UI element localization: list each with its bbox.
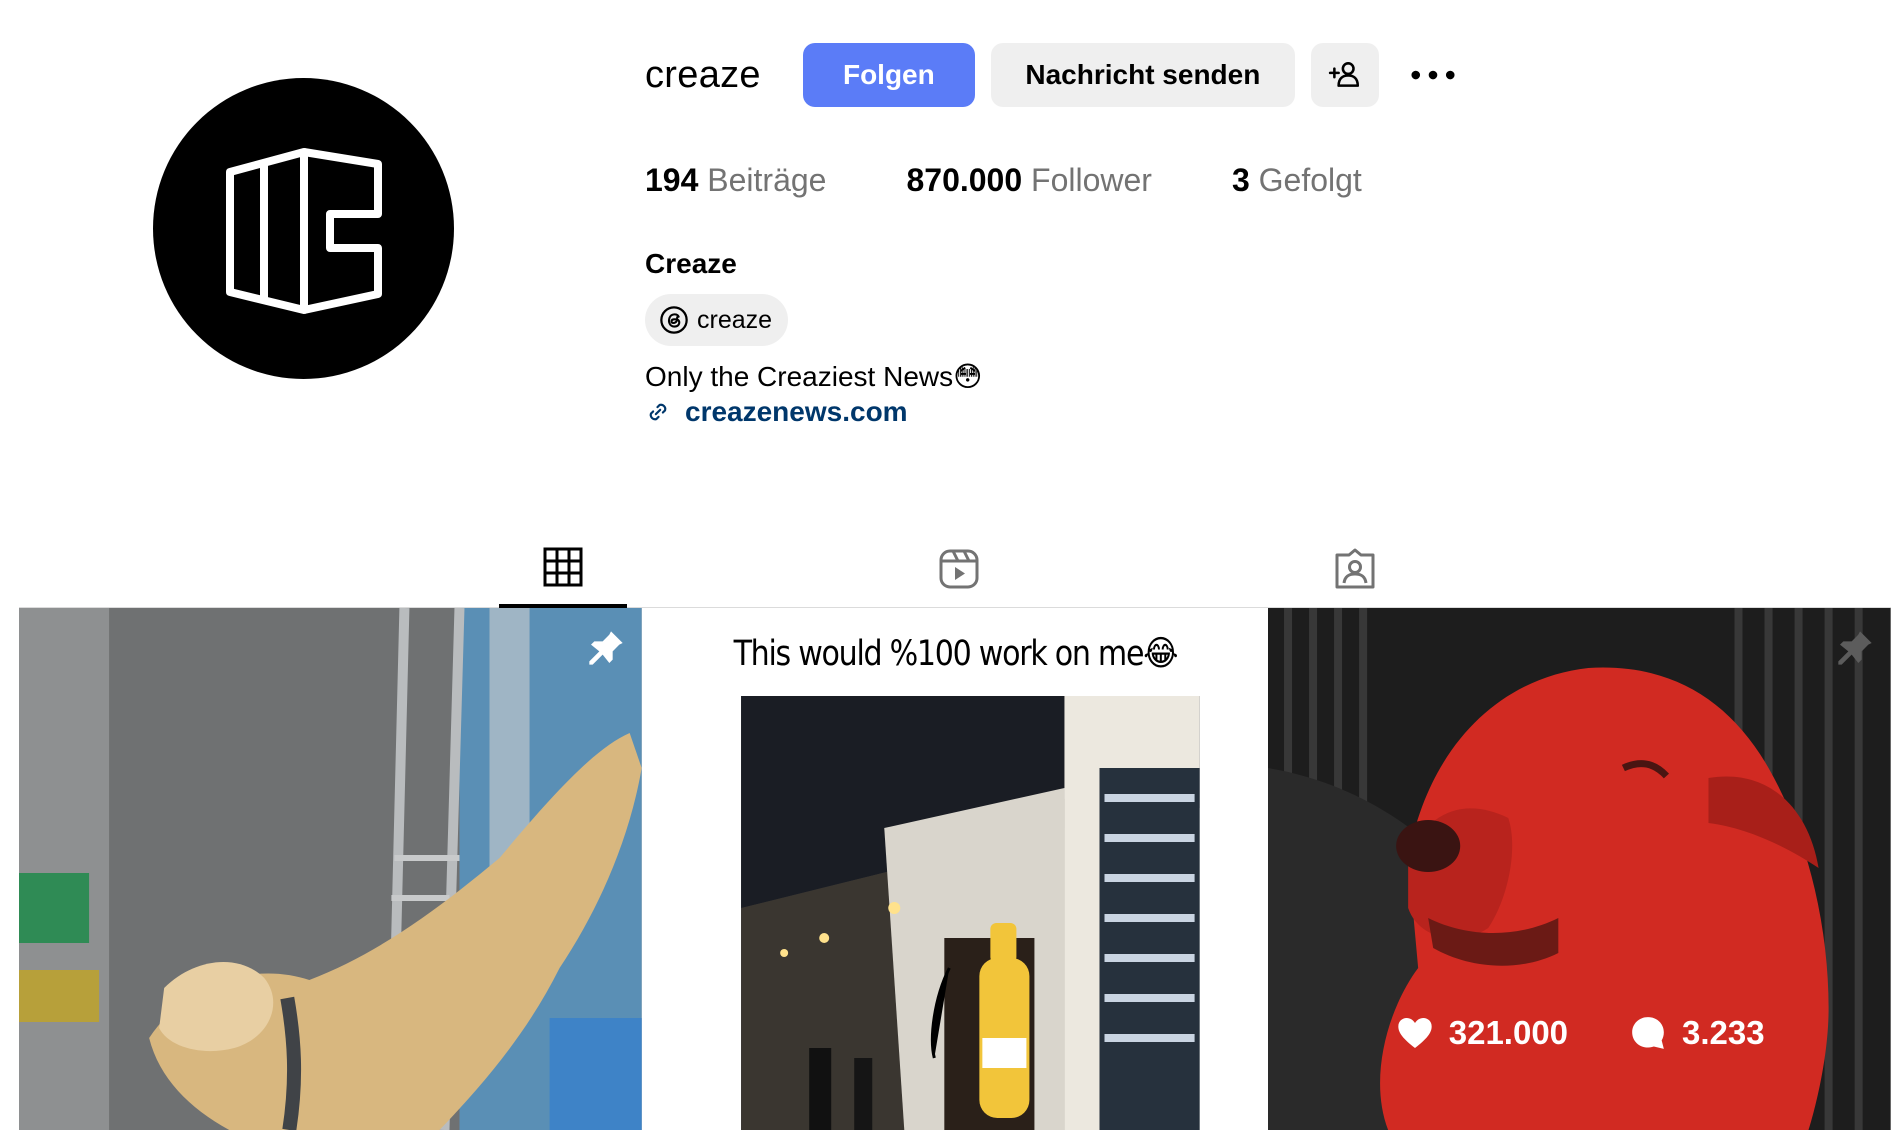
tagged-icon [1335,548,1375,589]
more-icon [1411,70,1455,80]
website-link-row: creazenews.com [645,396,908,428]
post-image [740,696,1200,1130]
tab-tagged[interactable] [1291,530,1419,608]
followers-count: 870.000 [906,162,1023,198]
more-options-button[interactable] [1403,43,1463,107]
following-count: 3 [1231,162,1250,198]
bio-text: Only the Creaziest News😳 [645,361,983,392]
heart-icon [1398,1018,1432,1048]
tab-reels[interactable] [895,530,1023,608]
threads-icon [660,306,688,334]
post-tile[interactable]: This would %100 work on me😂 [643,608,1267,1130]
likes-count: 321.000 [1448,1014,1569,1051]
pin-icon [589,631,623,665]
comments-count: 3.233 [1682,1014,1765,1051]
posts-label: Beiträge [707,162,827,198]
threads-profile-link[interactable]: creaze [645,294,789,346]
followers-stat[interactable]: 870.000 Follower [906,162,1151,199]
grid-icon [543,547,583,587]
followers-label: Follower [1031,162,1152,198]
post-hover-stats: 321.000 3.233 [1268,1013,1891,1053]
profile-avatar[interactable] [153,78,454,379]
comments-metric: 3.233 [1628,1013,1765,1053]
post-tile[interactable]: 321.000 3.233 [1268,608,1892,1130]
reels-icon [939,549,979,589]
profile-header-row: creaze Folgen Nachricht senden [645,42,1463,108]
full-name: Creaze [645,248,737,279]
profile-tabs [19,530,1891,608]
follow-button[interactable]: Folgen [802,43,975,107]
posts-grid: This would %100 work on me😂 321.000 3.23… [19,608,1892,1130]
tab-posts[interactable] [499,530,627,608]
post-tile[interactable] [19,608,642,1130]
threads-handle: creaze [697,305,773,334]
post-image [19,608,642,1130]
following-stat[interactable]: 3 Gefolgt [1232,162,1362,199]
link-icon [649,403,667,421]
send-message-button[interactable]: Nachricht senden [990,43,1295,107]
comment-icon [1632,1017,1664,1049]
add-person-icon [1328,62,1359,87]
posts-stat: 194 Beiträge [645,162,826,199]
website-link[interactable]: creazenews.com [685,396,908,428]
username: creaze [645,53,761,96]
pin-icon [1838,631,1872,665]
profile-stats: 194 Beiträge 870.000 Follower 3 Gefolgt [645,162,1442,199]
likes-metric: 321.000 [1395,1013,1568,1053]
creaze-logo [225,147,382,314]
posts-count: 194 [645,162,699,198]
following-label: Gefolgt [1258,162,1362,198]
suggest-accounts-button[interactable] [1310,43,1379,107]
